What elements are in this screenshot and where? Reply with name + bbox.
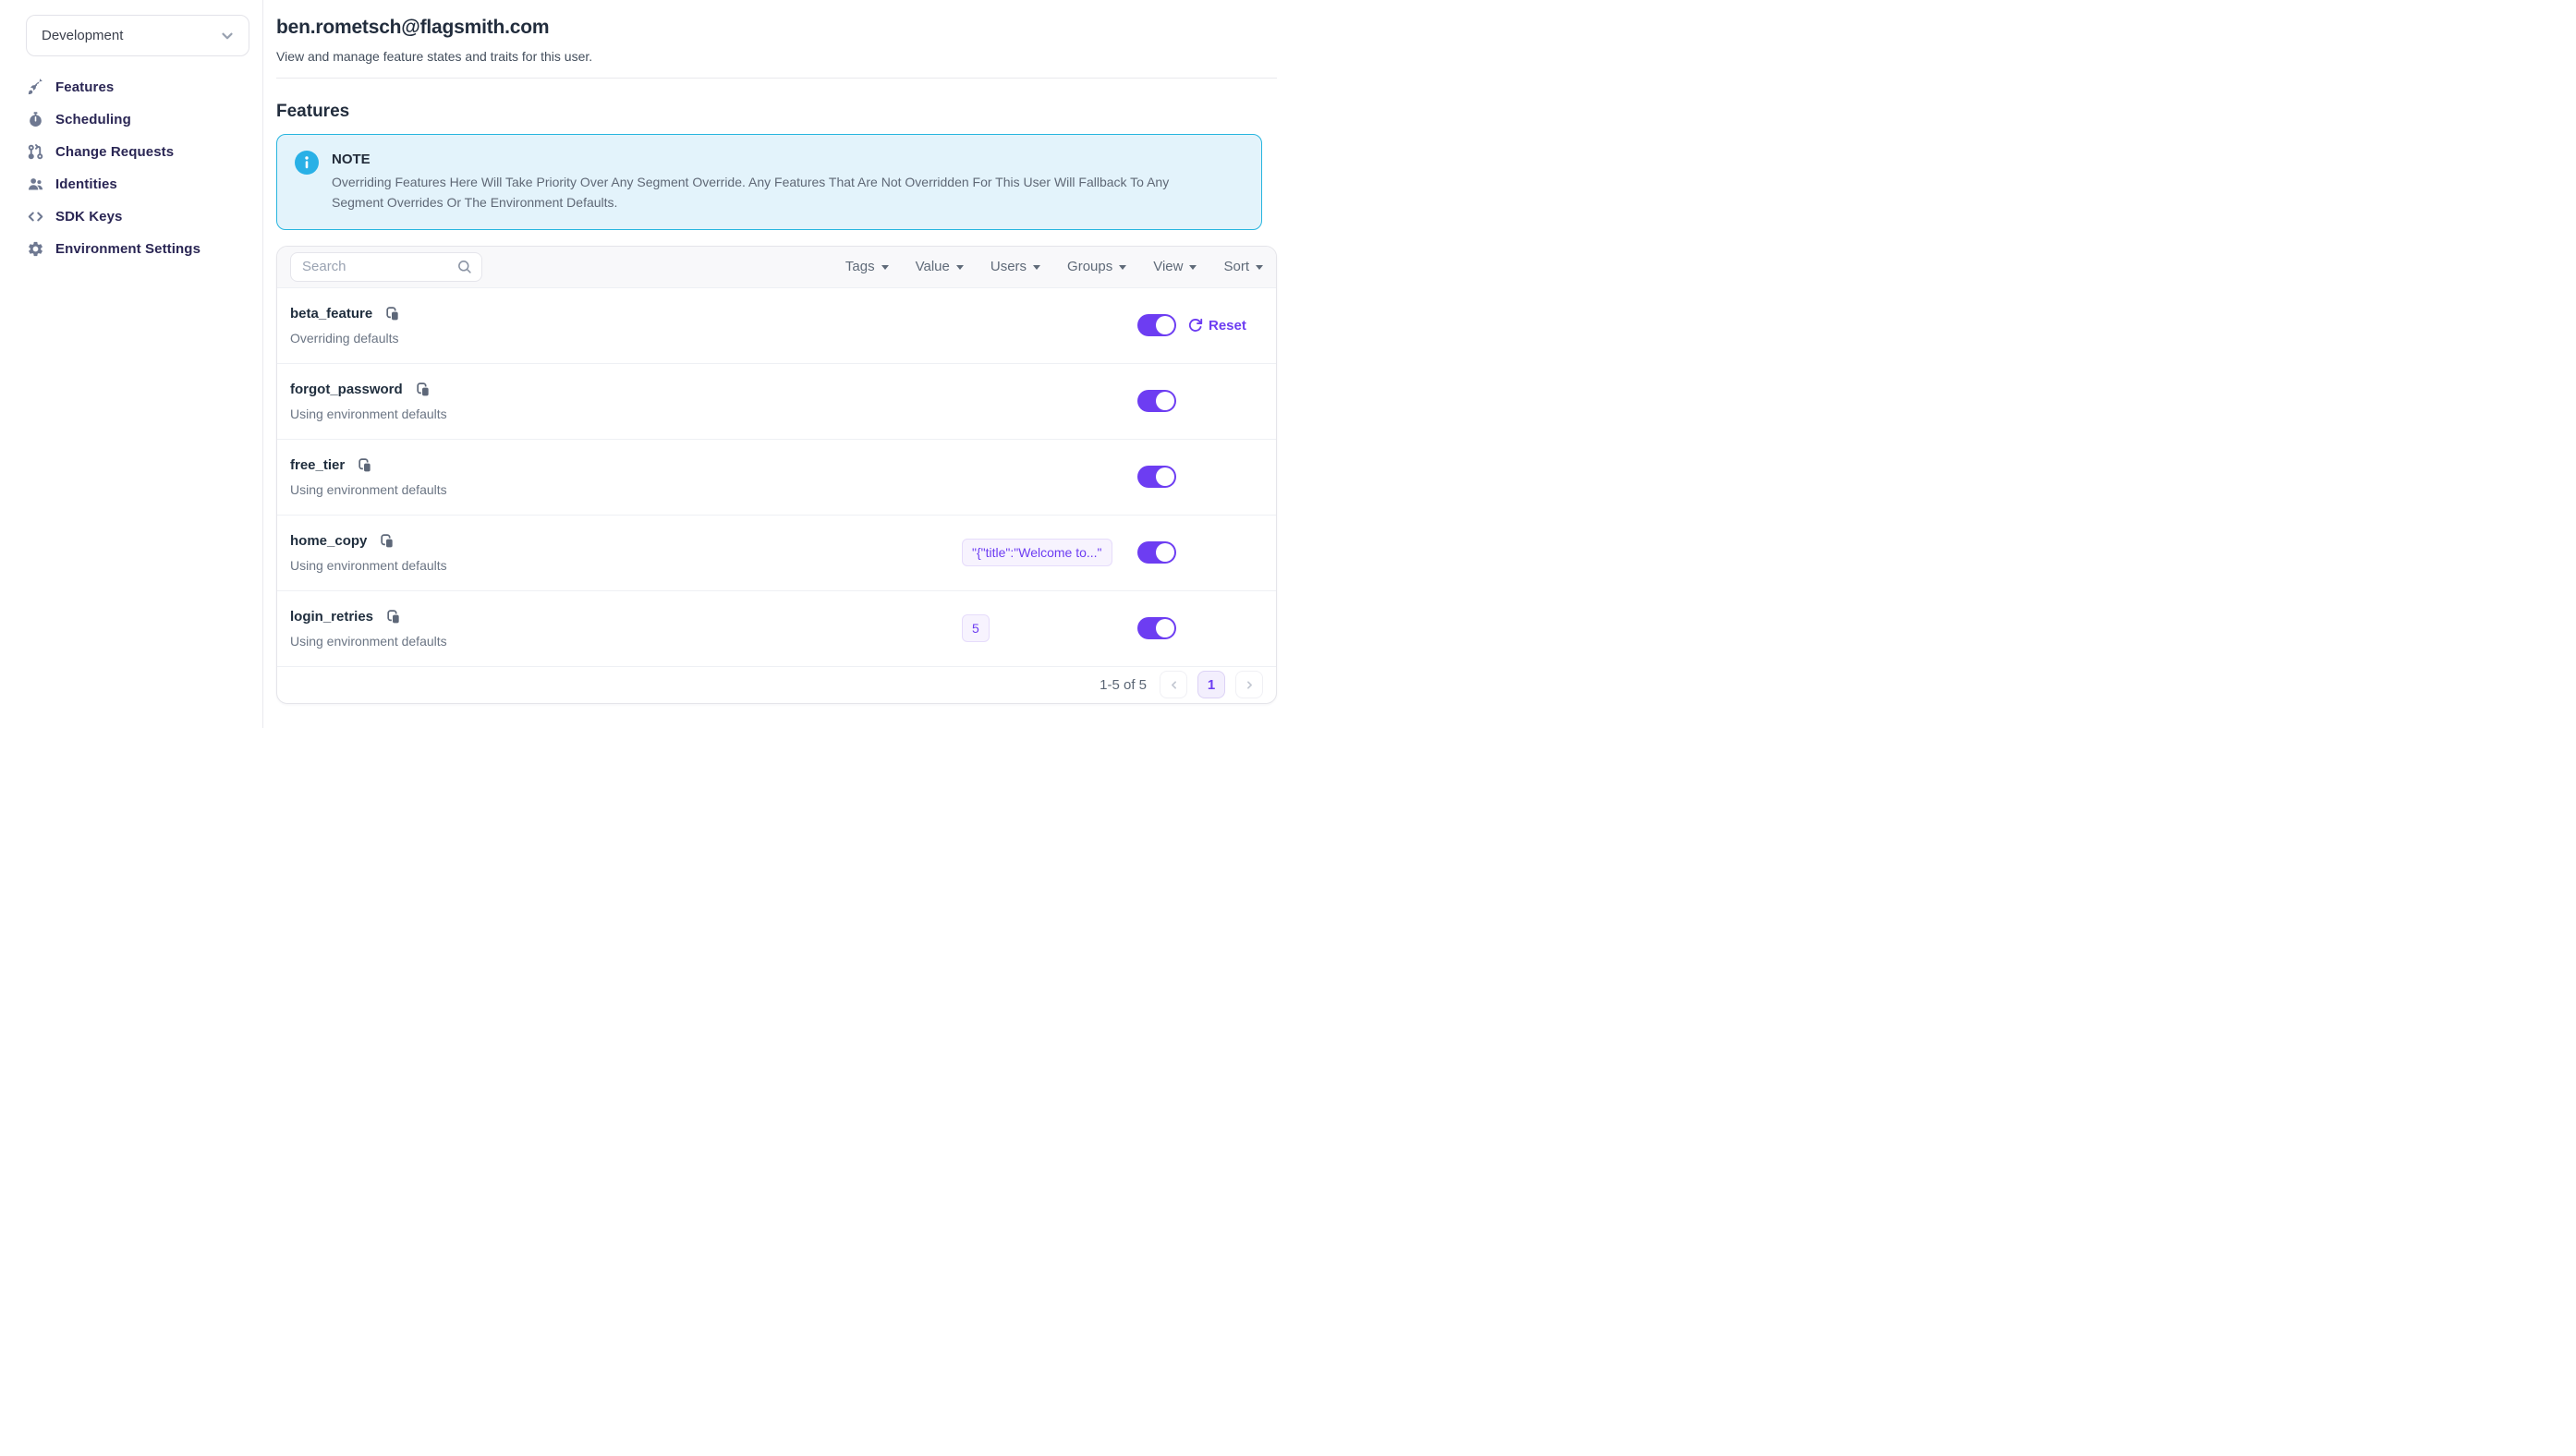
filter-value[interactable]: Value [916,259,964,274]
reset-button[interactable]: Reset [1187,318,1246,334]
feature-row-free_tier[interactable]: free_tier Using environment defaults [277,439,1276,515]
feature-toggle[interactable] [1137,314,1176,336]
app-root: Development Features Scheduling Change R… [0,0,1288,728]
feature-name: home_copy [290,533,367,549]
identities-icon [27,176,44,193]
sidebar-item-scheduling[interactable]: Scheduling [0,103,262,136]
gear-icon [27,240,44,258]
info-icon [295,151,319,175]
feature-status: Using environment defaults [290,558,962,573]
caret-down-icon [1256,265,1263,270]
main-content: ben.rometsch@flagsmith.com View and mana… [263,0,1288,728]
page-subtitle: View and manage feature states and trait… [276,49,1277,64]
sidebar-item-change-requests[interactable]: Change Requests [0,136,262,168]
sidebar-item-sdk-keys[interactable]: SDK Keys [0,200,262,233]
features-panel-header: Tags Value Users Groups View Sort [277,247,1276,287]
copy-icon[interactable] [379,533,395,549]
pagination-summary: 1-5 of 5 [1100,677,1147,693]
copy-icon[interactable] [385,609,401,625]
header-divider [276,78,1277,79]
feature-toggle[interactable] [1137,466,1176,488]
feature-rows: beta_feature Overriding defaults [277,287,1276,666]
rocket-icon [27,79,44,96]
filter-tags[interactable]: Tags [845,259,889,274]
features-section-heading: Features [276,102,1277,122]
feature-name: free_tier [290,457,345,473]
feature-toggle[interactable] [1137,617,1176,639]
feature-row-home_copy[interactable]: home_copy Using environment defaults "{"… [277,515,1276,590]
caret-down-icon [1189,265,1197,270]
pagination-prev-button[interactable] [1160,671,1187,698]
filter-users[interactable]: Users [990,259,1040,274]
features-panel: Tags Value Users Groups View Sort beta_f… [276,246,1277,704]
copy-icon[interactable] [415,382,431,397]
feature-toggle[interactable] [1137,390,1176,412]
page-title: ben.rometsch@flagsmith.com [276,17,1277,39]
caret-down-icon [1033,265,1040,270]
search-box[interactable] [290,252,482,282]
caret-down-icon [881,265,889,270]
sidebar-item-identities[interactable]: Identities [0,168,262,200]
sidebar-nav: Features Scheduling Change Requests Iden… [0,71,262,265]
pagination: 1-5 of 5 1 [277,666,1276,703]
feature-value-chip[interactable]: "{"title":"Welcome to..." [962,539,1112,566]
sidebar: Development Features Scheduling Change R… [0,0,263,728]
copy-icon[interactable] [384,306,400,322]
note-body: Overriding Features Here Will Take Prior… [332,172,1206,213]
caret-down-icon [956,265,964,270]
feature-status: Using environment defaults [290,406,962,421]
filter-view[interactable]: View [1153,259,1197,274]
feature-status: Overriding defaults [290,331,962,346]
stopwatch-icon [27,111,44,128]
feature-status: Using environment defaults [290,634,962,649]
filter-bar: Tags Value Users Groups View Sort [845,259,1263,274]
pull-request-icon [27,143,44,161]
sidebar-item-environment-settings[interactable]: Environment Settings [0,233,262,265]
chevron-left-icon [1168,679,1180,691]
search-icon [456,259,472,274]
code-icon [27,208,44,225]
chevron-right-icon [1244,679,1256,691]
feature-status: Using environment defaults [290,482,962,497]
filter-groups[interactable]: Groups [1067,259,1126,274]
environment-selector[interactable]: Development [26,15,249,56]
pagination-next-button[interactable] [1235,671,1263,698]
note-banner: NOTE Overriding Features Here Will Take … [276,134,1262,230]
refresh-icon [1187,318,1203,334]
feature-row-beta_feature[interactable]: beta_feature Overriding defaults [277,287,1276,363]
sidebar-item-features[interactable]: Features [0,71,262,103]
pagination-page-1-button[interactable]: 1 [1197,671,1225,698]
search-input[interactable] [302,259,456,274]
feature-name: forgot_password [290,382,403,397]
feature-value-chip[interactable]: 5 [962,614,990,642]
filter-sort[interactable]: Sort [1223,259,1263,274]
chevron-down-icon [219,28,236,44]
feature-name: login_retries [290,609,373,625]
feature-name: beta_feature [290,306,372,322]
note-content: NOTE Overriding Features Here Will Take … [332,149,1206,213]
copy-icon[interactable] [357,457,372,473]
feature-toggle[interactable] [1137,541,1176,564]
environment-selector-value: Development [42,28,123,43]
feature-row-login_retries[interactable]: login_retries Using environment defaults… [277,590,1276,666]
feature-row-forgot_password[interactable]: forgot_password Using environment defaul… [277,363,1276,439]
note-title: NOTE [332,152,1206,167]
caret-down-icon [1119,265,1126,270]
